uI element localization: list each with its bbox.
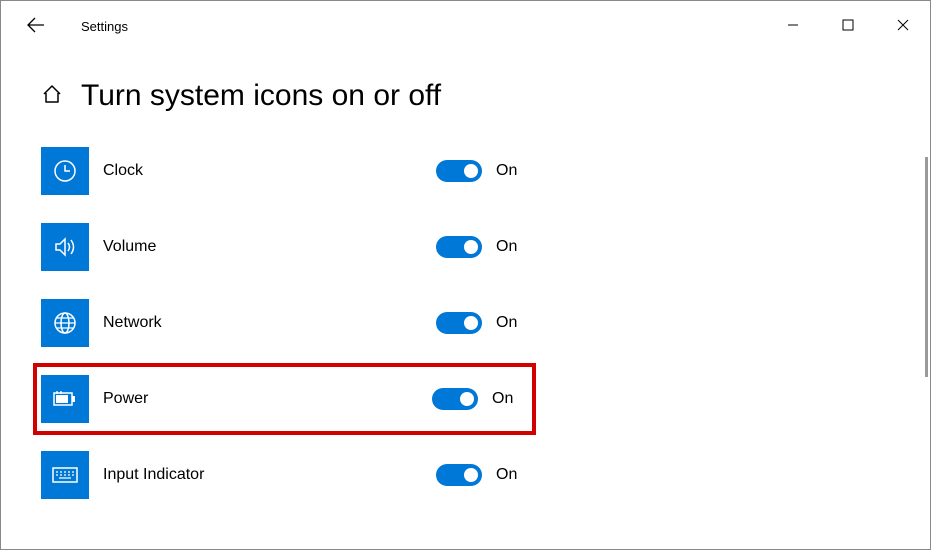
- page-title: Turn system icons on or off: [81, 79, 441, 113]
- back-button[interactable]: [16, 5, 56, 45]
- list-item-network: Network On: [41, 297, 536, 349]
- toggle-state: On: [496, 162, 536, 180]
- list-item-label: Input Indicator: [103, 466, 436, 484]
- list-item-label: Power: [103, 390, 432, 408]
- close-button[interactable]: [875, 4, 930, 46]
- page-header: Turn system icons on or off: [1, 49, 930, 145]
- maximize-icon: [842, 19, 854, 31]
- toggle-network[interactable]: [436, 312, 482, 334]
- list-item-volume: Volume On: [41, 221, 536, 273]
- list-item-label: Clock: [103, 162, 436, 180]
- power-icon: [41, 375, 89, 423]
- network-icon: [41, 299, 89, 347]
- volume-icon: [41, 223, 89, 271]
- toggle-state: On: [496, 314, 536, 332]
- input-indicator-icon: [41, 451, 89, 499]
- list-item-label: Volume: [103, 238, 436, 256]
- toggle-state: On: [496, 466, 536, 484]
- list-item-input-indicator: Input Indicator On: [41, 449, 536, 501]
- toggle-state: On: [492, 390, 532, 408]
- icon-list: Clock On Volume On Network On Power On I…: [1, 145, 930, 501]
- list-item-label: Network: [103, 314, 436, 332]
- titlebar: Settings: [1, 1, 930, 49]
- toggle-input-indicator[interactable]: [436, 464, 482, 486]
- minimize-button[interactable]: [765, 4, 820, 46]
- close-icon: [897, 19, 909, 31]
- app-title: Settings: [81, 17, 128, 34]
- toggle-state: On: [496, 238, 536, 256]
- maximize-button[interactable]: [820, 4, 875, 46]
- list-item-power: Power On: [33, 363, 536, 435]
- toggle-clock[interactable]: [436, 160, 482, 182]
- list-item-clock: Clock On: [41, 145, 536, 197]
- minimize-icon: [787, 19, 799, 31]
- back-arrow-icon: [27, 16, 45, 34]
- clock-icon: [41, 147, 89, 195]
- home-icon: [41, 83, 63, 105]
- home-button[interactable]: [41, 83, 63, 110]
- toggle-power[interactable]: [432, 388, 478, 410]
- toggle-volume[interactable]: [436, 236, 482, 258]
- scrollbar[interactable]: [925, 157, 928, 377]
